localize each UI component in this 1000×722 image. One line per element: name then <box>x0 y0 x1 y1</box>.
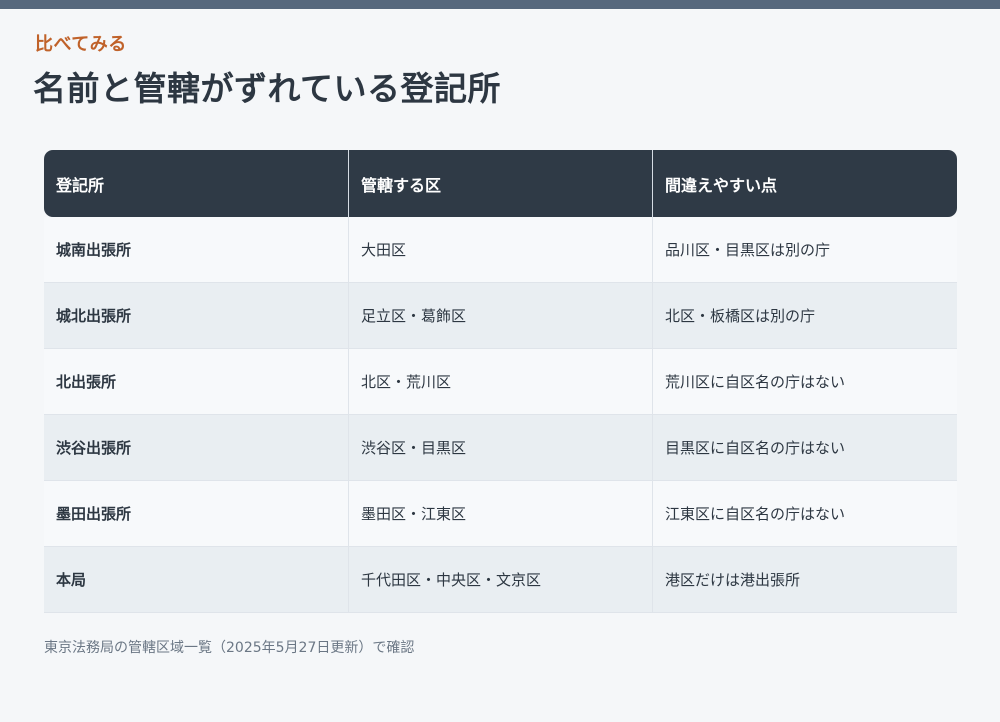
cell-wards: 千代田区・中央区・文京区 <box>348 547 652 613</box>
cell-office: 城北出張所 <box>44 283 348 349</box>
cell-wards: 大田区 <box>348 217 652 283</box>
column-header-pitfall: 間違えやすい点 <box>652 150 957 217</box>
cell-office: 本局 <box>44 547 348 613</box>
table-header-row: 登記所 管轄する区 間違えやすい点 <box>44 150 957 217</box>
comparison-table-container: 登記所 管轄する区 間違えやすい点 城南出張所 大田区 品川区・目黒区は別の庁 … <box>44 150 957 613</box>
cell-wards: 渋谷区・目黒区 <box>348 415 652 481</box>
table-row: 城北出張所 足立区・葛飾区 北区・板橋区は別の庁 <box>44 283 957 349</box>
cell-note: 品川区・目黒区は別の庁 <box>652 217 957 283</box>
cell-note: 港区だけは港出張所 <box>652 547 957 613</box>
table-header: 登記所 管轄する区 間違えやすい点 <box>44 150 957 217</box>
comparison-table: 登記所 管轄する区 間違えやすい点 城南出張所 大田区 品川区・目黒区は別の庁 … <box>44 150 957 613</box>
table-row: 本局 千代田区・中央区・文京区 港区だけは港出張所 <box>44 547 957 613</box>
table-row: 北出張所 北区・荒川区 荒川区に自区名の庁はない <box>44 349 957 415</box>
cell-office: 城南出張所 <box>44 217 348 283</box>
page-title: 名前と管轄がずれている登記所 <box>33 69 502 108</box>
cell-note: 荒川区に自区名の庁はない <box>652 349 957 415</box>
table-row: 渋谷出張所 渋谷区・目黒区 目黒区に自区名の庁はない <box>44 415 957 481</box>
cell-wards: 墨田区・江東区 <box>348 481 652 547</box>
table-row: 墨田出張所 墨田区・江東区 江東区に自区名の庁はない <box>44 481 957 547</box>
source-footnote: 東京法務局の管轄区域一覧（2025年5月27日更新）で確認 <box>44 640 415 656</box>
column-header-jurisdiction: 管轄する区 <box>348 150 652 217</box>
cell-note: 目黒区に自区名の庁はない <box>652 415 957 481</box>
eyebrow-label: 比べてみる <box>35 34 127 55</box>
cell-wards: 北区・荒川区 <box>348 349 652 415</box>
cell-office: 北出張所 <box>44 349 348 415</box>
cell-note: 江東区に自区名の庁はない <box>652 481 957 547</box>
table-body: 城南出張所 大田区 品川区・目黒区は別の庁 城北出張所 足立区・葛飾区 北区・板… <box>44 217 957 613</box>
column-header-registry-office: 登記所 <box>44 150 348 217</box>
cell-office: 墨田出張所 <box>44 481 348 547</box>
cell-note: 北区・板橋区は別の庁 <box>652 283 957 349</box>
cell-office: 渋谷出張所 <box>44 415 348 481</box>
top-accent-bar <box>0 0 1000 9</box>
cell-wards: 足立区・葛飾区 <box>348 283 652 349</box>
table-row: 城南出張所 大田区 品川区・目黒区は別の庁 <box>44 217 957 283</box>
